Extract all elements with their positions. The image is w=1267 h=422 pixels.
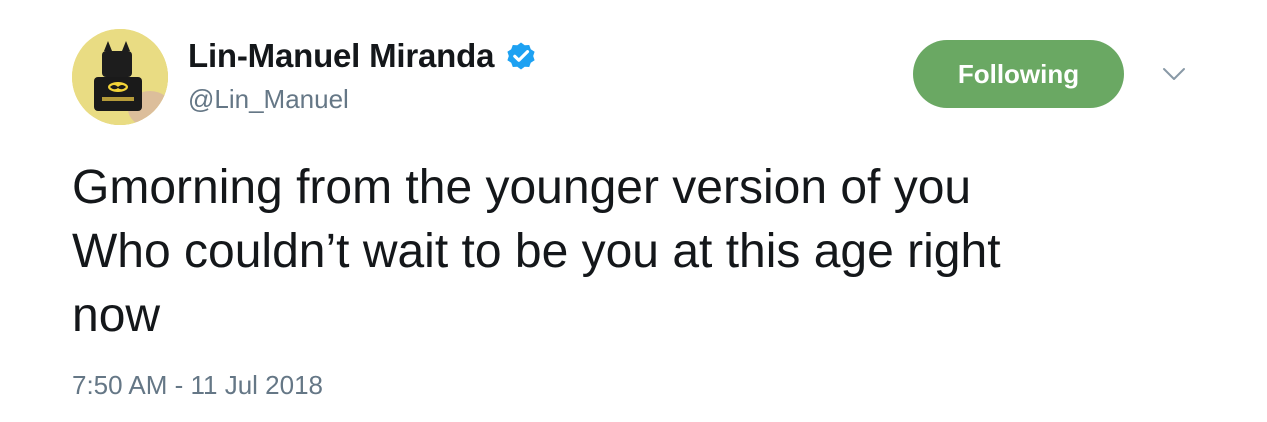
name-row: Lin-Manuel Miranda	[188, 34, 538, 78]
avatar[interactable]	[72, 29, 168, 125]
tweet-text: Gmorning from the younger version of you…	[72, 161, 1001, 342]
chevron-down-icon[interactable]	[1162, 66, 1186, 82]
following-button[interactable]: Following	[913, 40, 1124, 108]
verified-badge-icon	[504, 39, 538, 73]
tweet-timestamp[interactable]: 7:50 AM - 11 Jul 2018	[72, 370, 323, 401]
display-name[interactable]: Lin-Manuel Miranda	[188, 37, 494, 75]
user-handle[interactable]: @Lin_Manuel	[188, 84, 349, 115]
tweet-card: Lin-Manuel Miranda @Lin_Manuel Following…	[0, 0, 1267, 422]
lego-batman-icon	[72, 29, 168, 125]
